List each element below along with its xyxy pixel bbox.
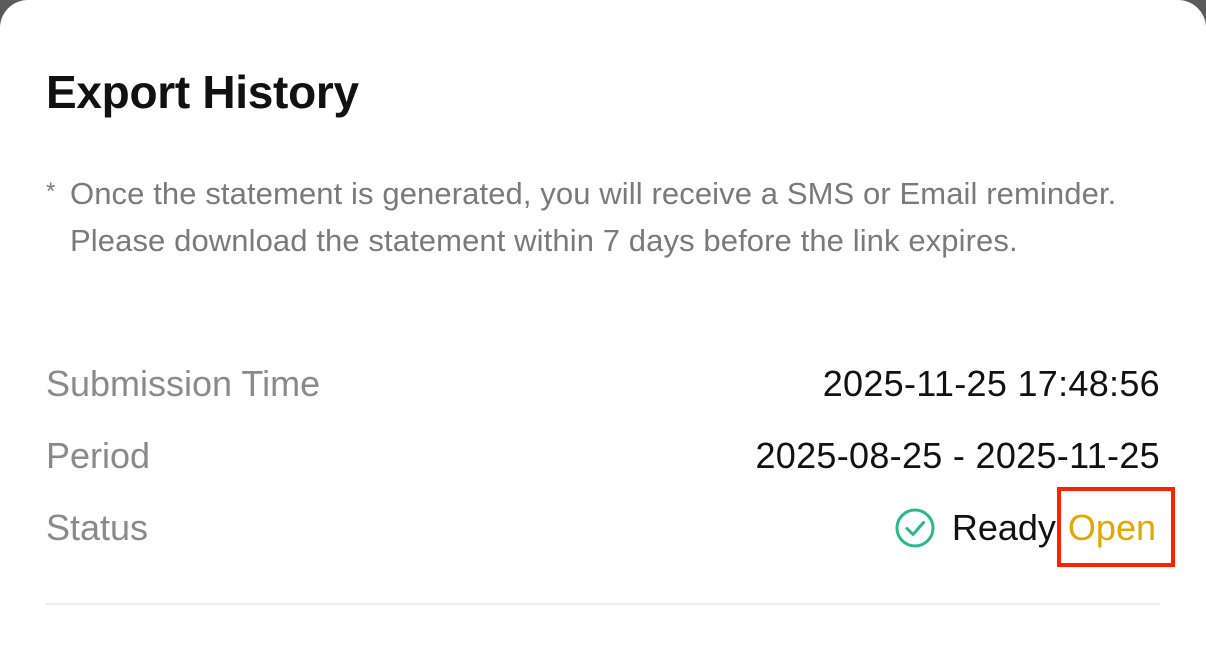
period-label: Period [46, 435, 151, 476]
export-history-sheet: Export History * Once the statement is g… [0, 0, 1206, 667]
submission-time-value: 2025-11-25 17:48:56 [822, 363, 1160, 404]
period-value: 2025-08-25 - 2025-11-25 [755, 435, 1160, 476]
status-value: Ready Open [894, 487, 1175, 567]
export-notice: * Once the statement is generated, you w… [46, 170, 1186, 264]
divider [46, 603, 1160, 605]
period-row: Period 2025-08-25 - 2025-11-25 [46, 426, 1160, 486]
open-button-label: Open [1067, 507, 1156, 548]
check-circle-icon [895, 508, 935, 548]
notice-text: Once the statement is generated, you wil… [70, 176, 1117, 258]
page-title: Export History [46, 66, 359, 118]
status-row: Status Ready Open [46, 487, 1175, 567]
status-label: Status [46, 507, 149, 548]
notice-marker: * [46, 178, 56, 205]
submission-time-label: Submission Time [46, 363, 321, 404]
status-ready-text: Ready [951, 507, 1056, 548]
submission-time-row: Submission Time 2025-11-25 17:48:56 [46, 354, 1160, 414]
open-button[interactable]: Open [1056, 487, 1175, 567]
